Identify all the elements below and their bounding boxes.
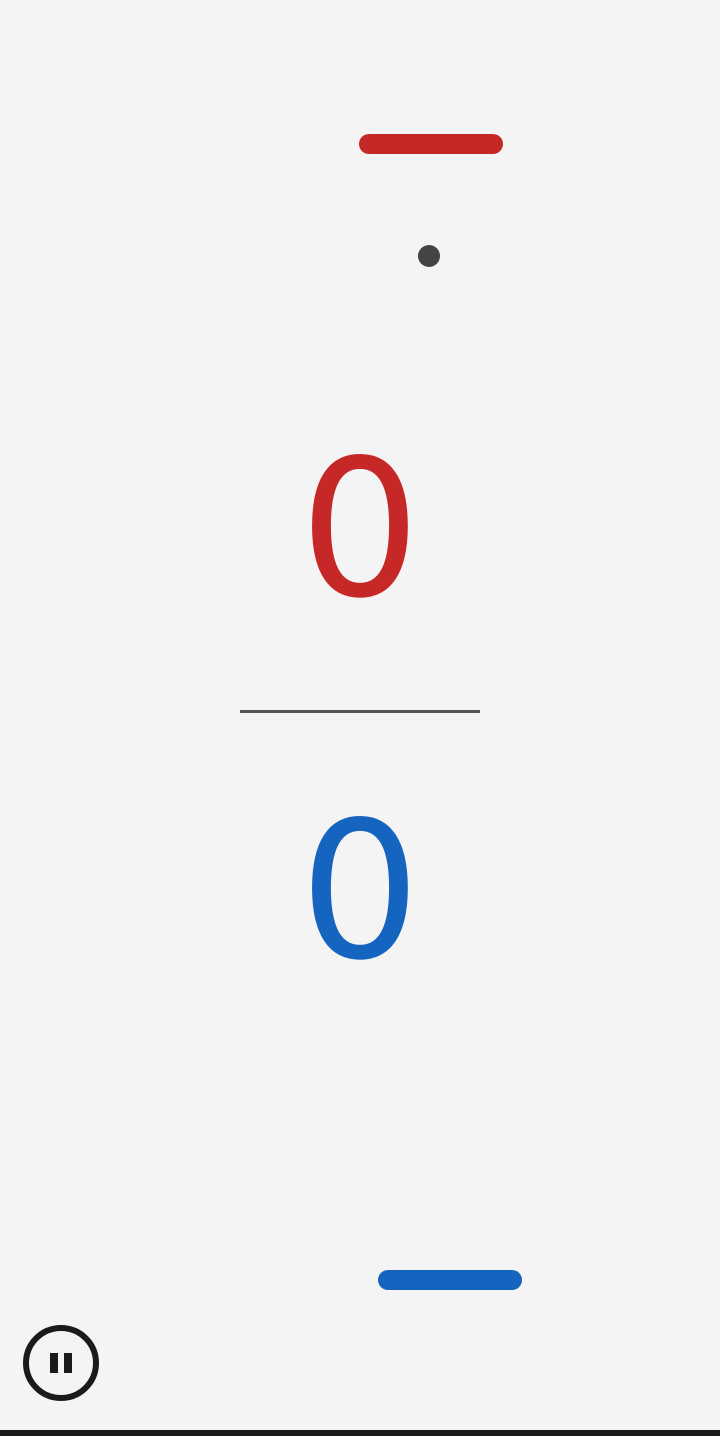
bottom-player-score: 0 (299, 781, 421, 1002)
top-paddle[interactable] (359, 134, 503, 154)
pause-bar-left (50, 1353, 58, 1373)
pause-button[interactable] (23, 1325, 99, 1401)
top-player-score: 0 (299, 419, 421, 640)
pause-bar-right (64, 1353, 72, 1373)
bottom-paddle[interactable] (378, 1270, 522, 1290)
ball (418, 245, 440, 267)
bottom-edge (0, 1430, 720, 1436)
score-divider (240, 710, 480, 713)
game-screen[interactable]: 0 0 (0, 0, 720, 1436)
